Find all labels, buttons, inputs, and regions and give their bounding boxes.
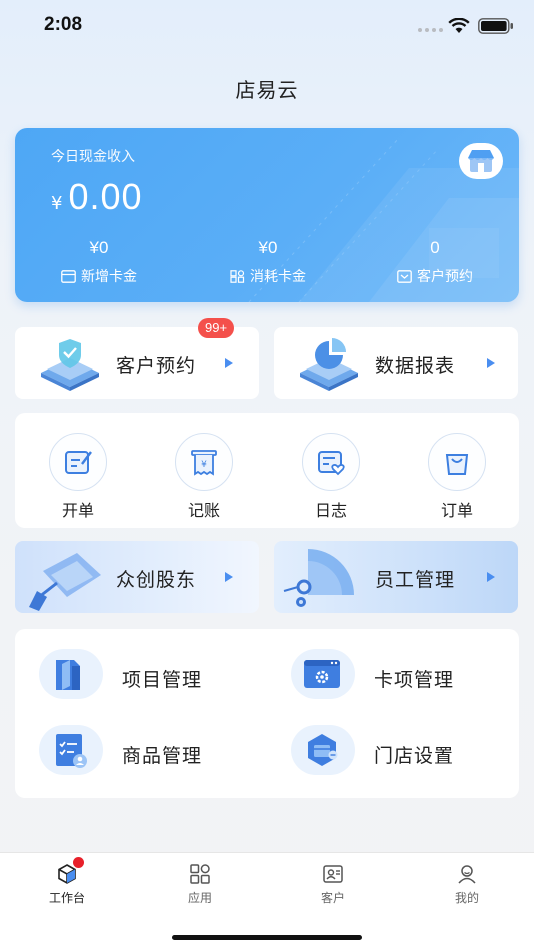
report-chart-icon xyxy=(300,338,358,391)
tab-label: 我的 xyxy=(454,891,479,905)
stat-label: 客户预约 xyxy=(417,269,473,285)
card-settings-icon xyxy=(304,660,340,688)
user-icon xyxy=(458,865,476,884)
arrow-right-icon xyxy=(487,572,495,582)
tab-label: 工作台 xyxy=(48,891,85,905)
svg-text:¥: ¥ xyxy=(201,460,207,470)
currency-symbol: ¥ xyxy=(51,193,63,214)
quick-actions-panel: 开单 ¥ 记账 日志 订单 xyxy=(15,413,519,528)
edit-icon xyxy=(65,451,92,474)
staff-management-banner[interactable]: 员工管理 xyxy=(274,541,518,613)
quick-action-label: 订单 xyxy=(440,501,473,520)
manage-label: 商品管理 xyxy=(122,745,203,767)
quick-action-label: 记账 xyxy=(187,501,220,520)
shareholders-banner[interactable]: 众创股东 xyxy=(15,541,259,613)
battery-icon xyxy=(478,18,513,34)
tab-label: 应用 xyxy=(187,891,212,905)
stat-label: 新增卡金 xyxy=(81,269,137,285)
stat-value: ¥0 xyxy=(89,238,109,257)
quick-action-label: 日志 xyxy=(314,501,347,520)
quick-action-orders[interactable]: 订单 xyxy=(417,433,497,521)
quick-action-open-order[interactable]: 开单 xyxy=(38,433,118,521)
quick-action-log[interactable]: 日志 xyxy=(291,433,371,521)
reports-label: 数据报表 xyxy=(375,355,456,377)
revenue-amount-group: ¥ 0.00 xyxy=(51,176,143,218)
grid-icon xyxy=(230,269,245,283)
status-bar: 2:08 xyxy=(0,0,534,54)
calendar-icon xyxy=(397,269,412,283)
notification-dot xyxy=(73,857,84,868)
staff-label: 员工管理 xyxy=(375,569,456,591)
shareholders-label: 众创股东 xyxy=(116,569,197,591)
card-management-item[interactable]: 卡项管理 xyxy=(267,629,487,699)
staff-illustration xyxy=(283,549,354,607)
stat-value: 0 xyxy=(430,238,440,257)
store-button[interactable] xyxy=(459,143,503,179)
project-management-item[interactable]: 项目管理 xyxy=(15,629,235,699)
card-icon xyxy=(61,269,76,283)
manage-label: 门店设置 xyxy=(374,745,455,767)
folder-icon xyxy=(56,660,80,690)
revenue-stats: ¥0 新增卡金 ¥0 消耗卡金 0 客户预约 xyxy=(15,238,519,298)
apps-icon xyxy=(190,864,210,884)
arrow-right-icon xyxy=(487,358,495,368)
data-reports-card[interactable]: 数据报表 xyxy=(274,327,518,399)
tab-customers[interactable]: 客户 xyxy=(293,863,373,906)
revenue-card: 今日现金收入 ¥ 0.00 ¥0 新增卡金 ¥0 消耗卡金 0 客户预约 xyxy=(15,128,519,302)
revenue-amount: 0.00 xyxy=(68,176,143,217)
tab-workbench[interactable]: 工作台 xyxy=(27,857,107,906)
quick-action-label: 开单 xyxy=(61,501,94,520)
notification-badge: 99+ xyxy=(198,318,235,338)
receipt-icon: ¥ xyxy=(191,450,217,476)
home-indicator xyxy=(172,935,362,940)
stat-value: ¥0 xyxy=(258,238,278,257)
wifi-icon xyxy=(448,18,470,33)
store-settings-icon xyxy=(308,734,338,766)
customer-appointment-card[interactable]: 客户预约 99+ xyxy=(15,318,259,399)
page-title: 店易云 xyxy=(235,78,299,102)
arrow-right-icon xyxy=(225,572,233,582)
signal-icon xyxy=(418,28,444,34)
product-management-item[interactable]: 商品管理 xyxy=(15,705,235,775)
bag-icon xyxy=(445,454,469,475)
management-panel: 项目管理 卡项管理 商品管理 门店设置 xyxy=(15,629,519,798)
appointment-shield-icon xyxy=(41,339,99,391)
revenue-label: 今日现金收入 xyxy=(51,149,135,165)
stat-label: 消耗卡金 xyxy=(250,269,306,285)
contact-icon xyxy=(323,865,343,883)
manage-label: 卡项管理 xyxy=(374,669,455,691)
stat-customer-appointments[interactable]: 0 客户预约 xyxy=(365,238,505,286)
clipboard-icon xyxy=(56,734,87,768)
shareholder-illustration xyxy=(29,553,101,611)
store-settings-item[interactable]: 门店设置 xyxy=(267,705,487,775)
appointment-label: 客户预约 xyxy=(116,355,197,377)
manage-label: 项目管理 xyxy=(122,669,203,691)
store-icon xyxy=(468,150,494,172)
quick-action-bookkeeping[interactable]: ¥ 记账 xyxy=(164,433,244,521)
arrow-right-icon xyxy=(225,358,233,368)
stat-consumed-card-funds[interactable]: ¥0 消耗卡金 xyxy=(198,238,338,286)
log-icon xyxy=(318,451,345,476)
tab-label: 客户 xyxy=(320,891,345,905)
status-time: 2:08 xyxy=(44,14,83,35)
tab-apps[interactable]: 应用 xyxy=(160,863,240,906)
stat-new-card-funds[interactable]: ¥0 新增卡金 xyxy=(29,238,169,286)
tab-profile[interactable]: 我的 xyxy=(427,863,507,906)
